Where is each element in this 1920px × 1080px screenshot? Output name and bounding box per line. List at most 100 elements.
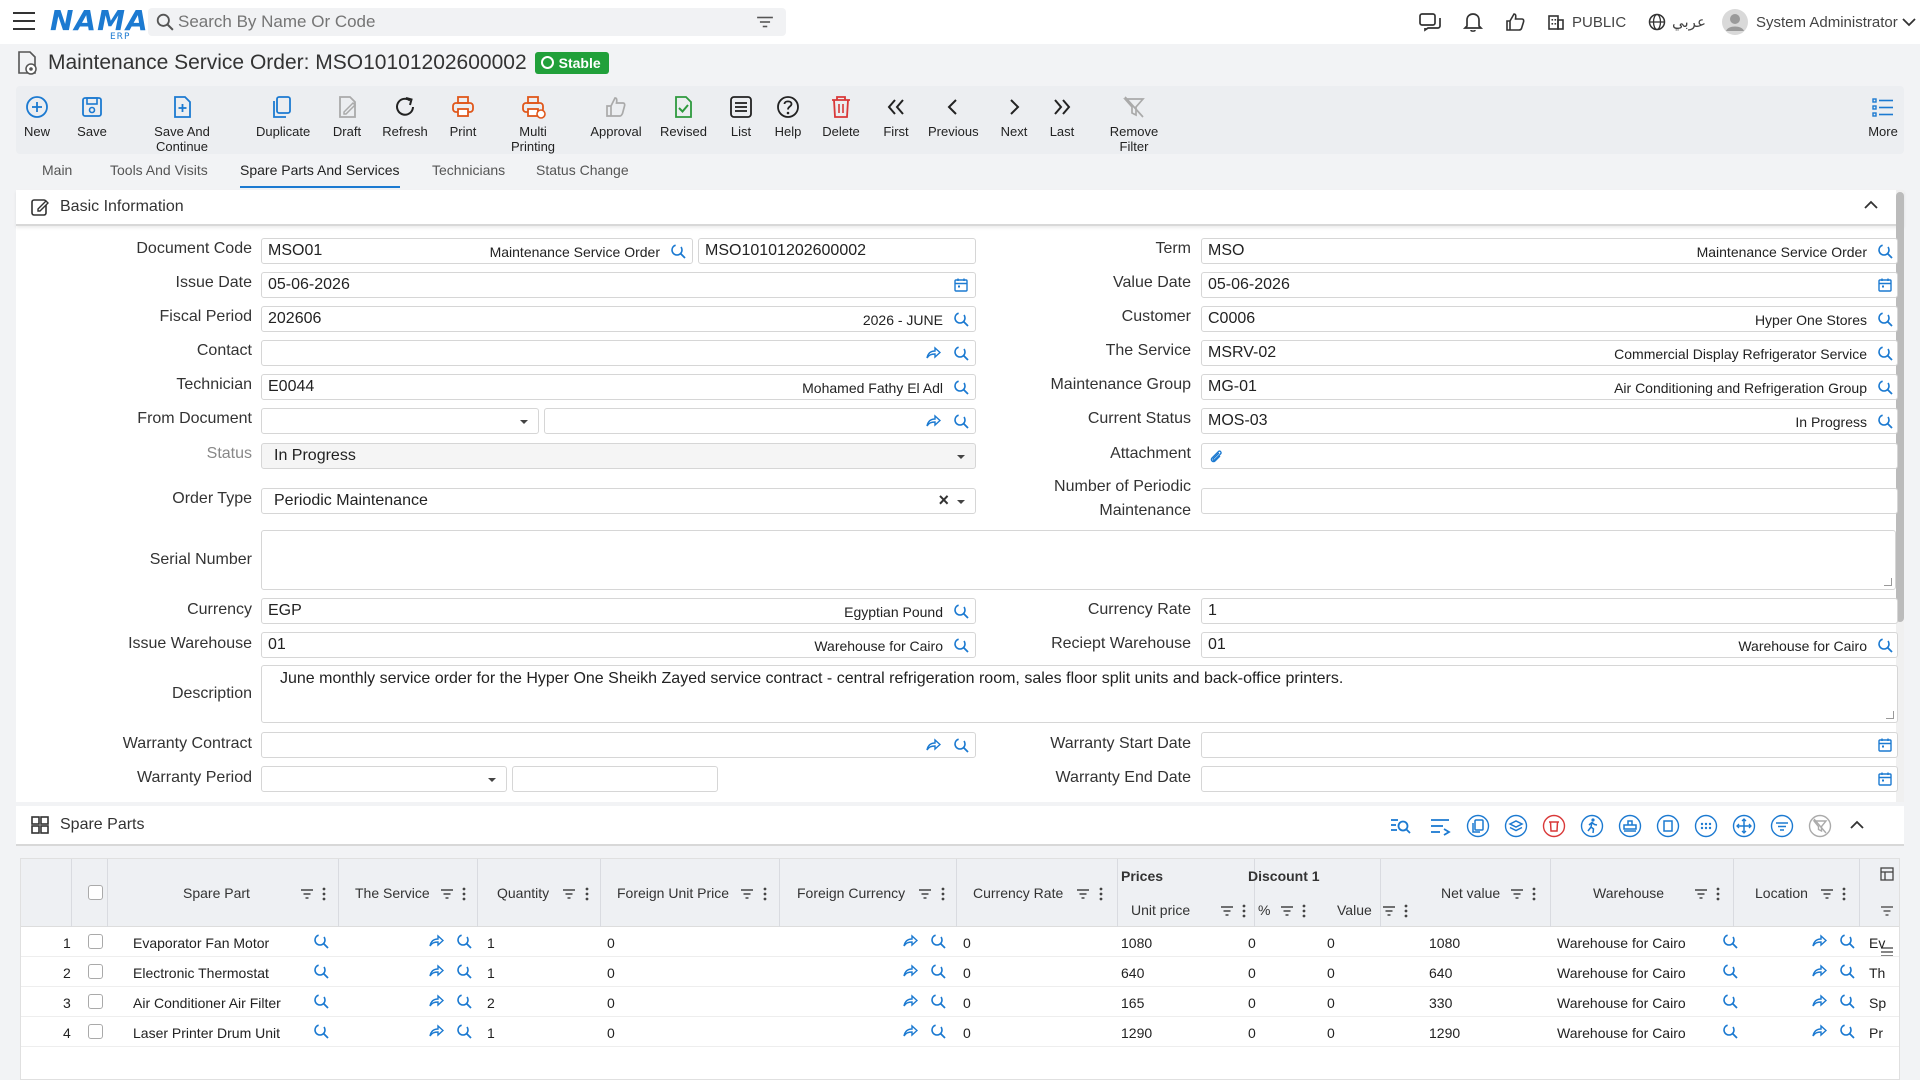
- public-company-selector[interactable]: PUBLIC: [1546, 8, 1626, 36]
- share-icon[interactable]: [428, 1023, 444, 1039]
- share-icon[interactable]: [428, 933, 444, 949]
- warranty-contract-field[interactable]: [261, 732, 976, 758]
- new-button[interactable]: New: [24, 94, 50, 139]
- tab-tools-and-visits[interactable]: Tools And Visits: [110, 158, 208, 188]
- copy-rows-icon[interactable]: [1466, 814, 1490, 838]
- column-menu-icon[interactable]: [1301, 903, 1307, 919]
- app-logo[interactable]: NAMA ERP: [50, 4, 149, 42]
- warranty-period-input[interactable]: [512, 766, 718, 792]
- chat-icon[interactable]: [1418, 8, 1442, 36]
- share-icon[interactable]: [925, 737, 941, 753]
- filter-icon[interactable]: [917, 886, 933, 902]
- stamp-icon[interactable]: [1618, 814, 1642, 838]
- calendar-icon[interactable]: [1877, 737, 1893, 753]
- filter-icon[interactable]: [1381, 903, 1397, 919]
- column-menu-icon[interactable]: [1403, 903, 1409, 919]
- column-header-net-value[interactable]: Net value: [1441, 885, 1500, 901]
- frame-icon[interactable]: [1656, 814, 1680, 838]
- delete-rows-icon[interactable]: [1542, 814, 1566, 838]
- chevron-up-icon[interactable]: [1864, 200, 1878, 210]
- lookup-icon[interactable]: [456, 963, 472, 979]
- share-icon[interactable]: [902, 1023, 918, 1039]
- help-button[interactable]: Help: [774, 94, 802, 139]
- lookup-icon[interactable]: [953, 737, 969, 753]
- column-menu-icon[interactable]: [1841, 886, 1847, 902]
- lookup-icon[interactable]: [1877, 243, 1893, 259]
- filter-icon[interactable]: [561, 886, 577, 902]
- share-icon[interactable]: [902, 963, 918, 979]
- the-service-field[interactable]: MSRV-02 Commercial Display Refrigerator S…: [1201, 340, 1898, 366]
- document-code-field[interactable]: MSO01 Maintenance Service Order: [261, 238, 693, 264]
- filter-icon[interactable]: [1075, 886, 1091, 902]
- columns-panel-icon[interactable]: [1880, 867, 1894, 881]
- select-all-checkbox[interactable]: [88, 885, 103, 900]
- refresh-button[interactable]: Refresh: [382, 94, 428, 139]
- row-checkbox[interactable]: [88, 964, 103, 979]
- menu-icon[interactable]: [13, 12, 35, 30]
- number-of-periodic-maintenance-input[interactable]: [1201, 488, 1898, 514]
- lookup-icon[interactable]: [953, 637, 969, 653]
- column-menu-icon[interactable]: [762, 886, 768, 902]
- next-button[interactable]: Next: [1000, 94, 1028, 139]
- paperclip-icon[interactable]: [1208, 448, 1224, 464]
- column-header-discount-value[interactable]: Value: [1337, 902, 1372, 918]
- technician-field[interactable]: E0044 Mohamed Fathy El Adl: [261, 374, 976, 400]
- filter-icon[interactable]: [1819, 886, 1835, 902]
- share-icon[interactable]: [925, 413, 941, 429]
- column-menu-icon[interactable]: [584, 886, 590, 902]
- resize-handle[interactable]: [1886, 711, 1894, 719]
- share-icon[interactable]: [1811, 1023, 1827, 1039]
- lookup-icon[interactable]: [1722, 963, 1738, 979]
- column-menu-icon[interactable]: [321, 886, 327, 902]
- column-menu-icon[interactable]: [1715, 886, 1721, 902]
- lookup-icon[interactable]: [1877, 345, 1893, 361]
- thumbs-up-icon[interactable]: [1504, 8, 1526, 36]
- current-status-field[interactable]: MOS-03 In Progress: [1201, 408, 1898, 434]
- share-icon[interactable]: [1811, 933, 1827, 949]
- column-menu-icon[interactable]: [940, 886, 946, 902]
- filter-icon[interactable]: [1279, 903, 1295, 919]
- list-button[interactable]: List: [728, 94, 754, 139]
- share-icon[interactable]: [902, 933, 918, 949]
- warranty-end-date-field[interactable]: [1201, 766, 1898, 792]
- calendar-icon[interactable]: [953, 277, 969, 293]
- row-checkbox[interactable]: [88, 994, 103, 1009]
- lookup-icon[interactable]: [953, 413, 969, 429]
- lookup-icon[interactable]: [930, 993, 946, 1009]
- table-row[interactable]: 4 Laser Printer Drum Unit 1 0 0 1290 0 0 1290 War…: [21, 1017, 1899, 1047]
- share-icon[interactable]: [925, 345, 941, 361]
- fiscal-period-field[interactable]: 202606 2026 - JUNE: [261, 306, 976, 332]
- filter-icon[interactable]: [739, 886, 755, 902]
- add-rows-icon[interactable]: [1428, 814, 1452, 838]
- row-checkbox[interactable]: [88, 934, 103, 949]
- warranty-period-select[interactable]: [261, 766, 507, 792]
- lookup-icon[interactable]: [930, 963, 946, 979]
- currency-field[interactable]: EGP Egyptian Pound: [261, 598, 976, 624]
- column-header-the-service[interactable]: The Service: [355, 885, 430, 901]
- approval-button[interactable]: Approval: [590, 94, 642, 139]
- spare-parts-header[interactable]: Spare Parts: [16, 806, 1904, 846]
- lookup-icon[interactable]: [1839, 933, 1855, 949]
- grid-filter-icon[interactable]: [1770, 814, 1794, 838]
- share-icon[interactable]: [428, 963, 444, 979]
- draft-button[interactable]: Draft: [332, 94, 362, 139]
- value-date-field[interactable]: 05-06-2026: [1201, 272, 1898, 298]
- customer-field[interactable]: C0006 Hyper One Stores: [1201, 306, 1898, 332]
- clear-icon[interactable]: ×: [938, 490, 949, 511]
- calendar-icon[interactable]: [1877, 277, 1893, 293]
- share-icon[interactable]: [1811, 993, 1827, 1009]
- side-filter-icon[interactable]: [1880, 905, 1894, 917]
- description-input[interactable]: June monthly service order for the Hyper…: [261, 665, 1898, 723]
- from-document-field[interactable]: [544, 408, 976, 434]
- currency-rate-input[interactable]: 1: [1201, 598, 1898, 624]
- maintenance-group-field[interactable]: MG-01 Air Conditioning and Refrigeration …: [1201, 374, 1898, 400]
- filter-icon[interactable]: [439, 886, 455, 902]
- lookup-icon[interactable]: [1877, 379, 1893, 395]
- issue-date-field[interactable]: 05-06-2026: [261, 272, 976, 298]
- lookup-icon[interactable]: [930, 933, 946, 949]
- column-header-currency-rate[interactable]: Currency Rate: [973, 885, 1063, 901]
- term-field[interactable]: MSO Maintenance Service Order: [1201, 238, 1898, 264]
- column-menu-icon[interactable]: [1241, 903, 1247, 919]
- lookup-icon[interactable]: [953, 345, 969, 361]
- filter-icon[interactable]: [1219, 903, 1235, 919]
